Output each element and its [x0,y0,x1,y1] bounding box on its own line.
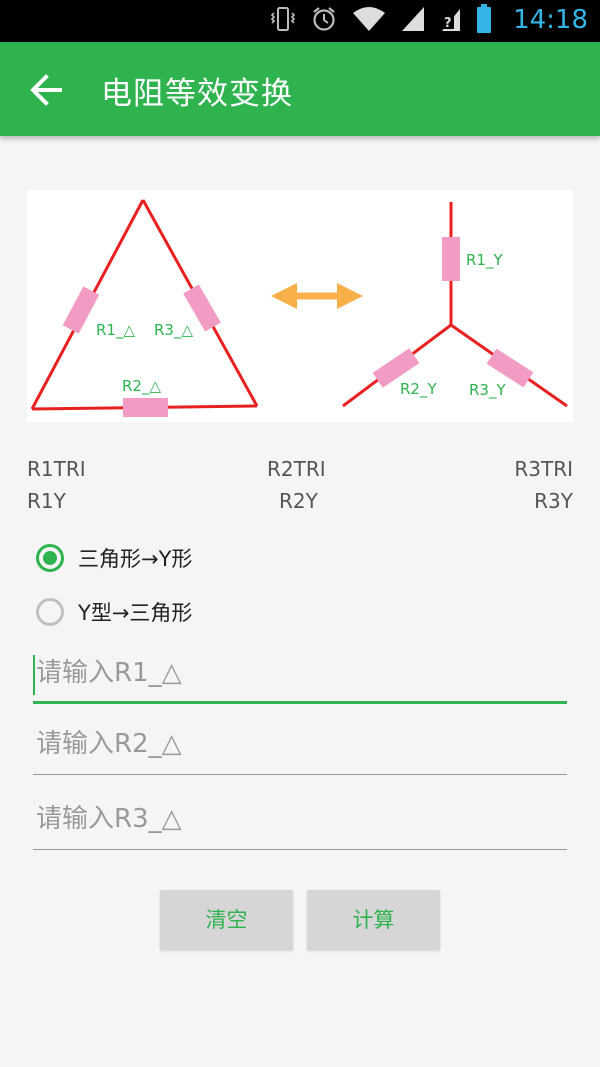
result-row-tri: R1TRI R2TRI R3TRI [27,457,573,483]
status-time: 14:18 [513,5,588,35]
r1-input[interactable] [33,648,567,698]
alarm-icon [310,5,338,37]
double-arrow-icon [271,283,363,309]
signal-icon [400,5,426,37]
label-r2-delta: R2_△ [122,377,161,396]
radio-y-to-delta[interactable]: Y型→三角形 [36,592,192,632]
status-bar: ? 14:18 [0,0,600,42]
label-r3-delta: R3_△ [154,321,193,340]
r2-input-field [33,719,567,775]
text-cursor [33,655,35,695]
result-r1-tri: R1TRI [27,457,86,481]
y-network: R1_Y R2_Y R3_Y [342,202,568,408]
delta-y-diagram: R1_△ R3_△ R2_△ R1_Y R2_Y R3_Y [27,190,573,422]
radio-label-delta-to-y: 三角形→Y形 [78,547,193,571]
svg-text:?: ? [444,16,452,31]
arrow-left-icon [30,74,62,106]
app-bar: 电阻等效变换 [0,42,600,136]
delta-network: R1_△ R3_△ R2_△ [30,199,259,417]
resistor-r1-delta [62,286,100,334]
calculate-button[interactable]: 计算 [307,890,440,950]
result-r3-y: R3Y [534,489,573,513]
radio-dot [43,551,57,565]
resistor-r1-y [442,237,460,281]
battery-icon [476,4,492,38]
label-r1-y: R1_Y [466,251,503,270]
r3-input[interactable] [33,794,567,844]
radio-label-y-to-delta: Y型→三角形 [78,601,193,625]
radio-unchecked-icon[interactable] [36,598,64,626]
sim-unknown-icon: ? [440,5,462,37]
back-button[interactable] [22,66,70,114]
label-r3-y: R3_Y [469,381,506,400]
clear-button[interactable]: 清空 [160,890,293,950]
label-r2-y: R2_Y [400,380,437,399]
result-row-y: R1Y R2Y R3Y [27,489,573,515]
result-r2-tri: R2TRI [267,457,326,481]
radio-checked-icon[interactable] [36,544,64,572]
r2-input[interactable] [33,719,567,769]
result-r1-y: R1Y [27,489,66,513]
r1-input-field [33,648,567,704]
result-r3-tri: R3TRI [514,457,573,481]
radio-delta-to-y[interactable]: 三角形→Y形 [36,538,192,578]
page-title: 电阻等效变换 [101,76,293,112]
label-r1-delta: R1_△ [96,321,135,340]
resistor-r2-delta [123,398,168,417]
vibrate-icon [270,5,296,37]
r3-input-field [33,794,567,850]
status-icons: ? [270,4,492,38]
wifi-icon [352,5,386,37]
result-r2-y: R2Y [279,489,318,513]
